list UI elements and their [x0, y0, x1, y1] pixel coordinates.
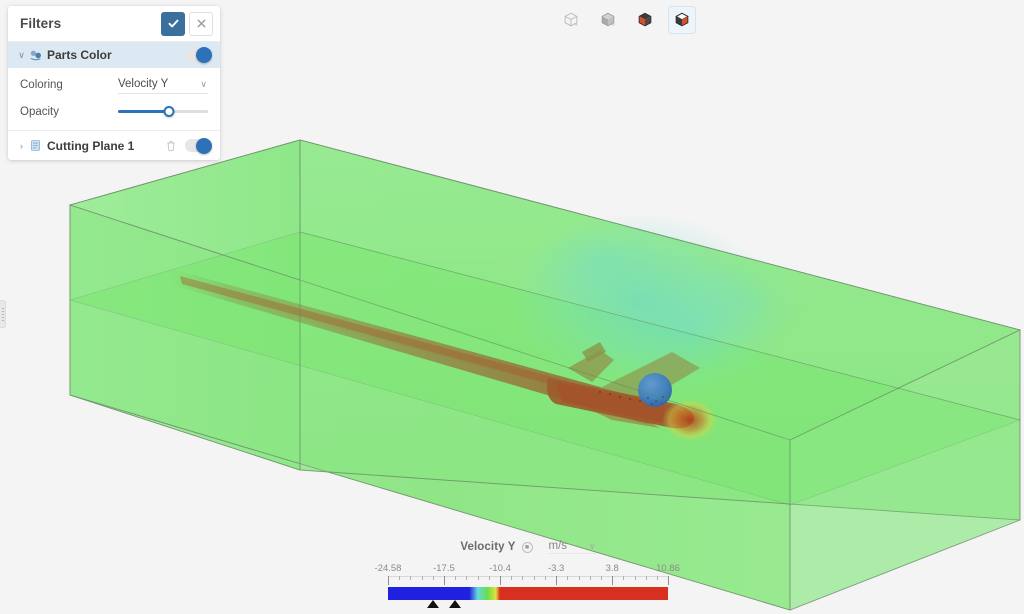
legend-minor-tick — [589, 576, 591, 580]
legend-tick-label: 3.8 — [605, 563, 619, 574]
legend-minor-tick — [477, 576, 479, 580]
property-row-coloring: Coloring Velocity Y ∨ — [8, 71, 220, 98]
legend-major-tick — [443, 576, 445, 585]
cutting-plane-icon — [27, 139, 44, 152]
opacity-slider[interactable] — [118, 105, 208, 119]
handle-grip-line — [1, 313, 4, 315]
filters-panel-header: Filters — [8, 6, 220, 42]
close-icon — [197, 19, 206, 28]
legend-minor-tick — [488, 576, 490, 580]
legend-minor-tick — [567, 576, 569, 580]
legend-major-tick — [612, 576, 614, 585]
legend-minor-tick — [399, 576, 401, 580]
legend-tick-label: -17.5 — [433, 563, 455, 574]
legend-header: Velocity Y ■ m/s ∨ — [383, 536, 673, 558]
legend-minor-tick — [522, 576, 524, 580]
legend-minor-tick — [410, 576, 412, 580]
tree-item-cutting-plane-1[interactable]: › Cutting Plane 1 — [8, 130, 220, 160]
slider-fill — [118, 110, 170, 113]
chevron-down-icon[interactable]: ∨ — [16, 50, 27, 61]
legend-range-markers — [383, 600, 673, 610]
legend-title: Velocity Y — [460, 541, 516, 553]
legend-minor-tick — [533, 576, 535, 580]
chevron-right-icon[interactable]: › — [16, 141, 27, 151]
legend-tick-label: -24.58 — [374, 563, 402, 574]
property-row-opacity: Opacity — [8, 98, 220, 125]
coloring-label: Coloring — [20, 78, 63, 91]
cube-shaded-icon — [601, 12, 615, 27]
view-cube-colored-selected-button[interactable] — [668, 6, 696, 34]
legend-tick-label: -10.4 — [489, 563, 511, 574]
handle-grip-line — [1, 307, 4, 309]
legend-range-marker[interactable] — [426, 600, 439, 608]
legend-range-marker[interactable] — [448, 600, 461, 608]
tree-item-label: Cutting Plane 1 — [47, 138, 135, 153]
legend-minor-tick — [421, 576, 423, 580]
trash-icon — [167, 140, 175, 151]
coloring-value: Velocity Y — [118, 78, 169, 90]
unit-select[interactable]: m/s ∨ — [548, 540, 596, 554]
check-icon — [168, 19, 178, 28]
legend-tick-label: 10.86 — [656, 563, 680, 574]
accept-button[interactable] — [161, 11, 185, 36]
legend-minor-tick — [601, 576, 602, 580]
legend-major-tick — [500, 576, 502, 585]
cube-outline-icon — [564, 12, 578, 27]
probe-sphere — [638, 373, 672, 407]
legend-minor-tick — [432, 576, 434, 580]
view-cube-shaded-button[interactable] — [594, 6, 622, 34]
legend-axis-baseline — [388, 576, 668, 577]
handle-grip-line — [1, 310, 4, 312]
cube-colored-selected-icon — [675, 12, 689, 27]
parts-color-toggle[interactable] — [185, 47, 212, 63]
legend-minor-tick — [645, 576, 647, 580]
legend-color-bar[interactable] — [383, 587, 673, 600]
legend-minor-tick — [466, 576, 468, 580]
panel-resize-handle[interactable] — [0, 300, 6, 328]
delete-button[interactable] — [163, 138, 179, 154]
legend-minor-tick — [578, 576, 580, 580]
cube-colored-icon — [638, 12, 652, 27]
filters-panel: Filters ∨ Parts Color Coloring Velocity … — [8, 6, 220, 160]
legend-major-tick — [388, 576, 389, 585]
parts-color-icon — [27, 48, 44, 62]
view-cube-colored-button[interactable] — [631, 6, 659, 34]
legend-minor-tick — [634, 576, 636, 580]
legend-tick-labels: -24.58 -17.5 -10.4 -3.3 3.8 10.86 — [375, 563, 680, 576]
info-icon[interactable]: ■ — [521, 541, 533, 553]
legend-minor-tick — [656, 576, 658, 580]
coloring-select[interactable]: Velocity Y ∨ — [118, 75, 208, 94]
close-button[interactable] — [189, 11, 213, 36]
legend-major-tick — [556, 576, 558, 585]
legend-gradient — [388, 587, 668, 600]
chevron-down-icon: ∨ — [589, 540, 596, 551]
page-title: Filters — [20, 16, 62, 31]
legend-axis — [383, 576, 673, 586]
legend-minor-tick — [511, 576, 513, 580]
handle-grip-line — [1, 319, 4, 321]
cfd-viewer-app: Filters ∨ Parts Color Coloring Velocity … — [0, 0, 1024, 614]
legend-major-tick — [668, 576, 669, 585]
view-toolbar — [557, 6, 696, 34]
legend-tick-label: -3.3 — [547, 563, 565, 574]
tree-item-label: Parts Color — [47, 48, 112, 62]
slider-thumb[interactable] — [163, 106, 175, 117]
parts-color-properties: Coloring Velocity Y ∨ Opacity — [8, 68, 220, 130]
chevron-down-icon: ∨ — [200, 78, 207, 89]
legend-minor-tick — [544, 576, 546, 580]
view-cube-wireframe-button[interactable] — [557, 6, 585, 34]
cutting-plane-toggle[interactable] — [185, 137, 212, 154]
handle-grip-line — [1, 316, 4, 318]
toggle-knob — [196, 137, 212, 154]
opacity-label: Opacity — [20, 105, 59, 118]
legend-minor-tick — [455, 576, 457, 580]
tree-item-parts-color[interactable]: ∨ Parts Color — [8, 42, 220, 68]
legend-minor-tick — [623, 576, 625, 580]
color-legend: Velocity Y ■ m/s ∨ -24.58 -17.5 -10.4 -3.3 3… — [375, 536, 680, 610]
toggle-knob — [196, 47, 212, 63]
unit-value: m/s — [548, 540, 568, 552]
